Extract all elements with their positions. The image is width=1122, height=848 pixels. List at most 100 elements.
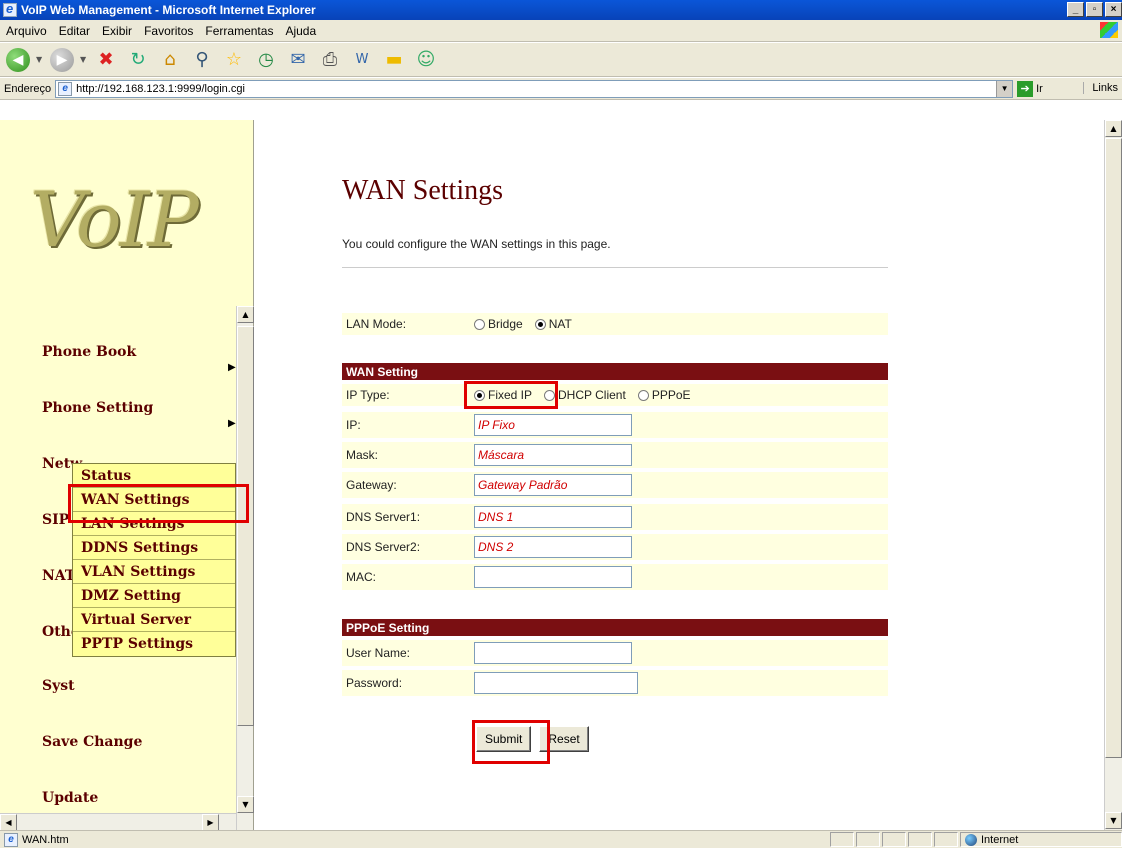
address-input[interactable]: e http://192.168.123.1:9999/login.cgi ▼ xyxy=(55,79,1014,98)
nav-update[interactable]: Update xyxy=(42,790,98,806)
mask-input[interactable] xyxy=(474,444,632,466)
nav-save-change[interactable]: Save Change xyxy=(42,734,142,750)
messenger-icon[interactable]: ☺ xyxy=(412,47,440,73)
print-icon[interactable]: ⎙ xyxy=(316,47,344,73)
nav-phone-setting[interactable]: Phone Setting xyxy=(42,400,153,416)
chevron-right-icon: ▶ xyxy=(228,362,236,373)
ip-type-dhcp-radio[interactable]: DHCP Client xyxy=(544,388,626,402)
menu-bar: Arquivo Editar Exibir Favoritos Ferramen… xyxy=(0,20,1122,42)
page-title: WAN Settings xyxy=(342,175,503,206)
stop-icon[interactable]: ✖ xyxy=(92,47,120,73)
submenu-lan-settings[interactable]: LAN Settings xyxy=(73,512,235,536)
ip-type-row: IP Type: Fixed IP DHCP Client PPPoE xyxy=(342,384,888,406)
dns2-input[interactable] xyxy=(474,536,632,558)
radio-checked-icon xyxy=(534,318,546,330)
scroll-thumb[interactable] xyxy=(1105,138,1122,758)
scroll-thumb[interactable] xyxy=(237,326,254,726)
nav-nat[interactable]: NAT xyxy=(42,568,75,584)
scroll-up-icon[interactable]: ▲ xyxy=(237,306,254,323)
password-label: Password: xyxy=(346,676,403,690)
address-dropdown-icon[interactable]: ▼ xyxy=(996,80,1013,97)
minimize-button[interactable]: _ xyxy=(1067,2,1084,17)
home-icon[interactable]: ⌂ xyxy=(156,47,184,73)
left-horizontal-scrollbar[interactable]: ◀ ▶ xyxy=(0,813,236,831)
scroll-right-icon[interactable]: ▶ xyxy=(202,814,219,831)
ip-type-pppoe-radio[interactable]: PPPoE xyxy=(637,388,691,402)
gateway-row: Gateway: xyxy=(342,472,888,498)
password-row: Password: xyxy=(342,670,888,696)
globe-icon xyxy=(965,833,977,846)
nav-phone-book[interactable]: Phone Book xyxy=(42,344,136,360)
menu-arquivo[interactable]: Arquivo xyxy=(0,24,53,38)
menu-favoritos[interactable]: Favoritos xyxy=(138,24,199,38)
lan-mode-bridge-radio[interactable]: Bridge xyxy=(474,317,523,331)
password-input[interactable] xyxy=(474,672,638,694)
nav-system[interactable]: Syst xyxy=(42,678,75,694)
left-vertical-scrollbar[interactable]: ▲ ▼ xyxy=(236,306,254,830)
menu-editar[interactable]: Editar xyxy=(53,24,96,38)
go-button[interactable]: ➔ Ir xyxy=(1017,80,1043,97)
ie-icon xyxy=(3,1,17,17)
submenu-status[interactable]: Status xyxy=(73,464,235,488)
edit-icon[interactable]: W xyxy=(348,47,376,73)
scroll-down-icon[interactable]: ▼ xyxy=(237,796,254,813)
back-icon[interactable]: ◀ xyxy=(6,47,30,72)
nav-sip[interactable]: SIP xyxy=(42,512,69,528)
user-name-label: User Name: xyxy=(346,646,411,660)
window-titlebar: VoIP Web Management - Microsoft Internet… xyxy=(0,0,1122,20)
radio-icon xyxy=(474,318,485,330)
menu-exibir[interactable]: Exibir xyxy=(96,24,138,38)
main-vertical-scrollbar[interactable]: ▲ ▼ xyxy=(1104,120,1122,830)
windows-flag-icon xyxy=(1100,22,1118,38)
forward-dropdown-icon[interactable]: ▼ xyxy=(80,55,88,64)
submenu-ddns-settings[interactable]: DDNS Settings xyxy=(73,536,235,560)
refresh-icon[interactable]: ↻ xyxy=(124,47,152,73)
radio-icon xyxy=(544,389,556,401)
dns2-row: DNS Server2: xyxy=(342,534,888,560)
mac-input[interactable] xyxy=(474,566,632,588)
favorites-icon[interactable]: ☆ xyxy=(220,47,248,73)
user-name-input[interactable] xyxy=(474,642,632,664)
ip-input[interactable] xyxy=(474,414,632,436)
user-name-row: User Name: xyxy=(342,640,888,666)
lan-mode-nat-radio[interactable]: NAT xyxy=(534,317,572,331)
scroll-up-icon[interactable]: ▲ xyxy=(1105,120,1122,137)
go-label: Ir xyxy=(1036,82,1043,95)
maximize-button[interactable]: ▫ xyxy=(1086,2,1103,17)
submenu-wan-settings[interactable]: WAN Settings xyxy=(73,488,235,512)
submenu-vlan-settings[interactable]: VLAN Settings xyxy=(73,560,235,584)
zone-label: Internet xyxy=(981,833,1019,846)
submenu-pptp-settings[interactable]: PPTP Settings xyxy=(73,632,235,656)
dns1-input[interactable] xyxy=(474,506,632,528)
mail-icon[interactable]: ✉ xyxy=(284,47,312,73)
back-dropdown-icon[interactable]: ▼ xyxy=(36,55,44,64)
submit-button[interactable]: Submit xyxy=(476,726,532,752)
browser-toolbar: ◀ ▼ ▶ ▼ ✖ ↻ ⌂ ⚲ ☆ ◷ ✉ ⎙ W ▬ ☺ xyxy=(0,43,1122,77)
mask-label: Mask: xyxy=(346,448,379,462)
gateway-input[interactable] xyxy=(474,474,632,496)
network-submenu: Status WAN Settings LAN Settings DDNS Se… xyxy=(72,463,236,657)
search-icon[interactable]: ⚲ xyxy=(188,47,216,73)
radio-icon xyxy=(637,389,649,401)
ip-type-label: IP Type: xyxy=(346,388,390,402)
folder-icon[interactable]: ▬ xyxy=(380,47,408,73)
page-icon: e xyxy=(58,81,73,96)
links-button[interactable]: Links xyxy=(1083,82,1118,94)
history-icon[interactable]: ◷ xyxy=(252,47,280,73)
dns1-label: DNS Server1: xyxy=(346,510,421,524)
status-panes xyxy=(830,832,960,847)
ip-type-fixed-radio[interactable]: Fixed IP xyxy=(474,388,532,402)
menu-ferramentas[interactable]: Ferramentas xyxy=(199,24,279,38)
close-button[interactable]: × xyxy=(1105,2,1122,17)
ip-label: IP: xyxy=(346,418,361,432)
forward-icon[interactable]: ▶ xyxy=(50,47,74,72)
scroll-left-icon[interactable]: ◀ xyxy=(0,814,17,831)
address-bar: Endereço e http://192.168.123.1:9999/log… xyxy=(0,78,1122,100)
submenu-dmz-setting[interactable]: DMZ Setting xyxy=(73,584,235,608)
scroll-down-icon[interactable]: ▼ xyxy=(1105,812,1122,829)
menu-ajuda[interactable]: Ajuda xyxy=(279,24,322,38)
reset-button[interactable]: Reset xyxy=(539,726,589,752)
window-title: VoIP Web Management - Microsoft Internet… xyxy=(21,3,316,17)
submenu-virtual-server[interactable]: Virtual Server xyxy=(73,608,235,632)
mac-row: MAC: xyxy=(342,564,888,590)
